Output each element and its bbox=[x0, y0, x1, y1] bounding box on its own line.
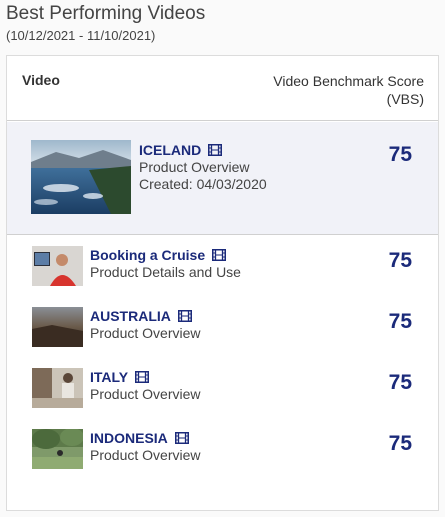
video-title[interactable]: AUSTRALIA bbox=[90, 308, 171, 324]
table-row[interactable]: ITALY Product Overview 75 bbox=[7, 364, 438, 414]
video-category: Product Overview bbox=[139, 159, 250, 175]
video-category: Product Details and Use bbox=[90, 264, 241, 280]
video-title[interactable]: Booking a Cruise bbox=[90, 247, 205, 263]
film-icon[interactable] bbox=[212, 249, 226, 261]
video-category: Product Overview bbox=[90, 447, 201, 463]
video-title[interactable]: INDONESIA bbox=[90, 430, 168, 446]
film-icon[interactable] bbox=[175, 432, 189, 444]
vbs-score: 75 bbox=[388, 249, 412, 272]
video-thumbnail[interactable] bbox=[32, 246, 83, 286]
table-row-featured[interactable]: ICELAND Product Overview Created: 04/03/… bbox=[7, 122, 438, 235]
videos-card: Video Video Benchmark Score (VBS) ICELAN… bbox=[6, 55, 439, 511]
column-header-video: Video bbox=[22, 72, 60, 88]
table-header: Video Video Benchmark Score (VBS) bbox=[7, 56, 438, 121]
video-thumbnail[interactable] bbox=[32, 307, 83, 347]
video-created-date: Created: 04/03/2020 bbox=[139, 176, 267, 192]
video-category: Product Overview bbox=[90, 325, 201, 341]
vbs-score: 75 bbox=[388, 371, 412, 394]
date-range: (10/12/2021 - 11/10/2021) bbox=[6, 28, 156, 43]
column-header-score: Video Benchmark Score (VBS) bbox=[273, 73, 424, 107]
video-category: Product Overview bbox=[90, 386, 201, 402]
film-icon[interactable] bbox=[178, 310, 192, 322]
film-icon[interactable] bbox=[208, 144, 222, 156]
video-thumbnail[interactable] bbox=[31, 140, 131, 214]
vbs-score: 75 bbox=[388, 310, 412, 333]
film-icon[interactable] bbox=[135, 371, 149, 383]
table-row[interactable]: AUSTRALIA Product Overview 75 bbox=[7, 303, 438, 353]
page-title: Best Performing Videos bbox=[6, 3, 206, 24]
vbs-score: 75 bbox=[388, 432, 412, 455]
vbs-score: 75 bbox=[388, 143, 412, 166]
video-title[interactable]: ICELAND bbox=[139, 142, 201, 158]
video-thumbnail[interactable] bbox=[32, 429, 83, 469]
table-row[interactable]: INDONESIA Product Overview 75 bbox=[7, 425, 438, 475]
video-thumbnail[interactable] bbox=[32, 368, 83, 408]
table-row[interactable]: Booking a Cruise Product Details and Use… bbox=[7, 242, 438, 292]
video-title[interactable]: ITALY bbox=[90, 369, 128, 385]
